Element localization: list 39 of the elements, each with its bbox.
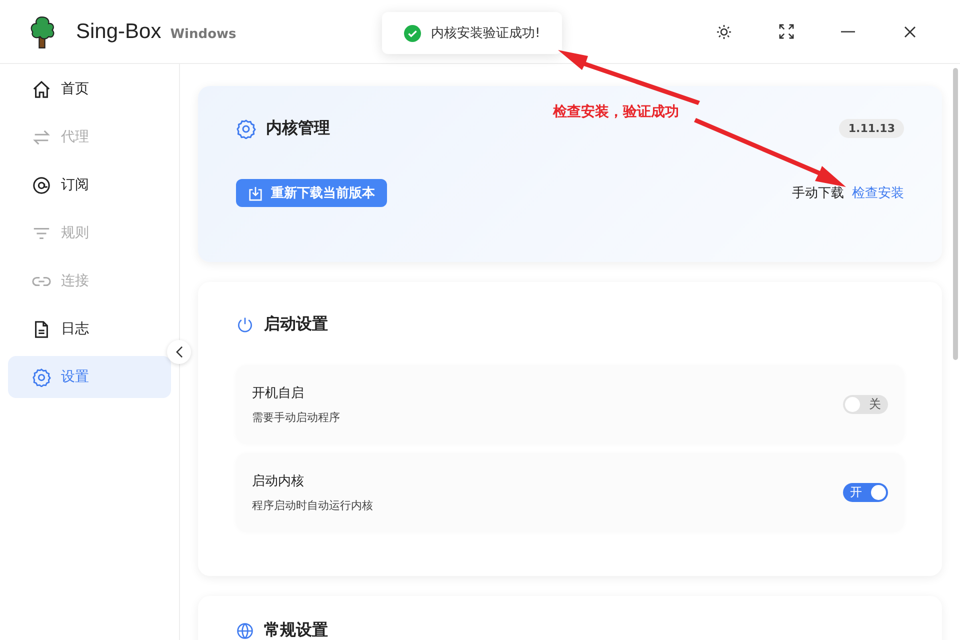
scrollbar[interactable] [953,68,958,360]
home-icon [32,80,51,98]
app-title: Sing-Box [76,20,162,44]
check-install-link[interactable]: 检查安装 [852,184,904,202]
card-title: 内核管理 [266,118,330,139]
check-circle-icon [404,24,421,42]
manual-download-label: 手动下载 [792,185,844,202]
sun-icon [716,24,732,40]
close-icon [904,26,916,38]
at-sign-icon [32,176,51,194]
download-icon [248,186,263,200]
document-icon [32,320,51,338]
swap-arrows-icon [32,128,51,146]
gear-icon [32,368,51,386]
tree-logo-icon [28,14,56,50]
setting-description: 需要手动启动程序 [252,410,340,424]
sidebar-item[interactable]: 设置 [8,356,171,398]
platform-label: Windows [170,27,236,42]
expand-icon [778,24,794,39]
card-title: 常规设置 [264,620,328,640]
toast-message: 内核安装验证成功! [431,25,540,42]
version-badge: 1.11.13 [839,119,904,138]
sidebar-item[interactable]: 订阅 [8,164,171,206]
redownload-button[interactable]: 重新下载当前版本 [236,179,387,207]
gear-icon [236,118,256,138]
toggle-switch[interactable]: 关 [843,394,888,414]
setting-label: 启动内核 [252,472,305,490]
globe-icon [236,622,254,640]
toggle-switch[interactable]: 开 [843,482,888,502]
chevron-left-icon [176,346,182,358]
power-icon [236,316,254,334]
sidebar-item[interactable]: 日志 [8,308,171,350]
collapse-sidebar-button[interactable] [167,340,191,364]
annotation-text: 检查安装，验证成功 [553,103,679,121]
setting-description: 程序启动时自动运行内核 [252,498,373,512]
minimize-icon [841,30,855,32]
sidebar-item[interactable]: 首页 [8,68,171,110]
card-title: 启动设置 [264,314,328,335]
setting-label: 开机自启 [252,384,305,402]
